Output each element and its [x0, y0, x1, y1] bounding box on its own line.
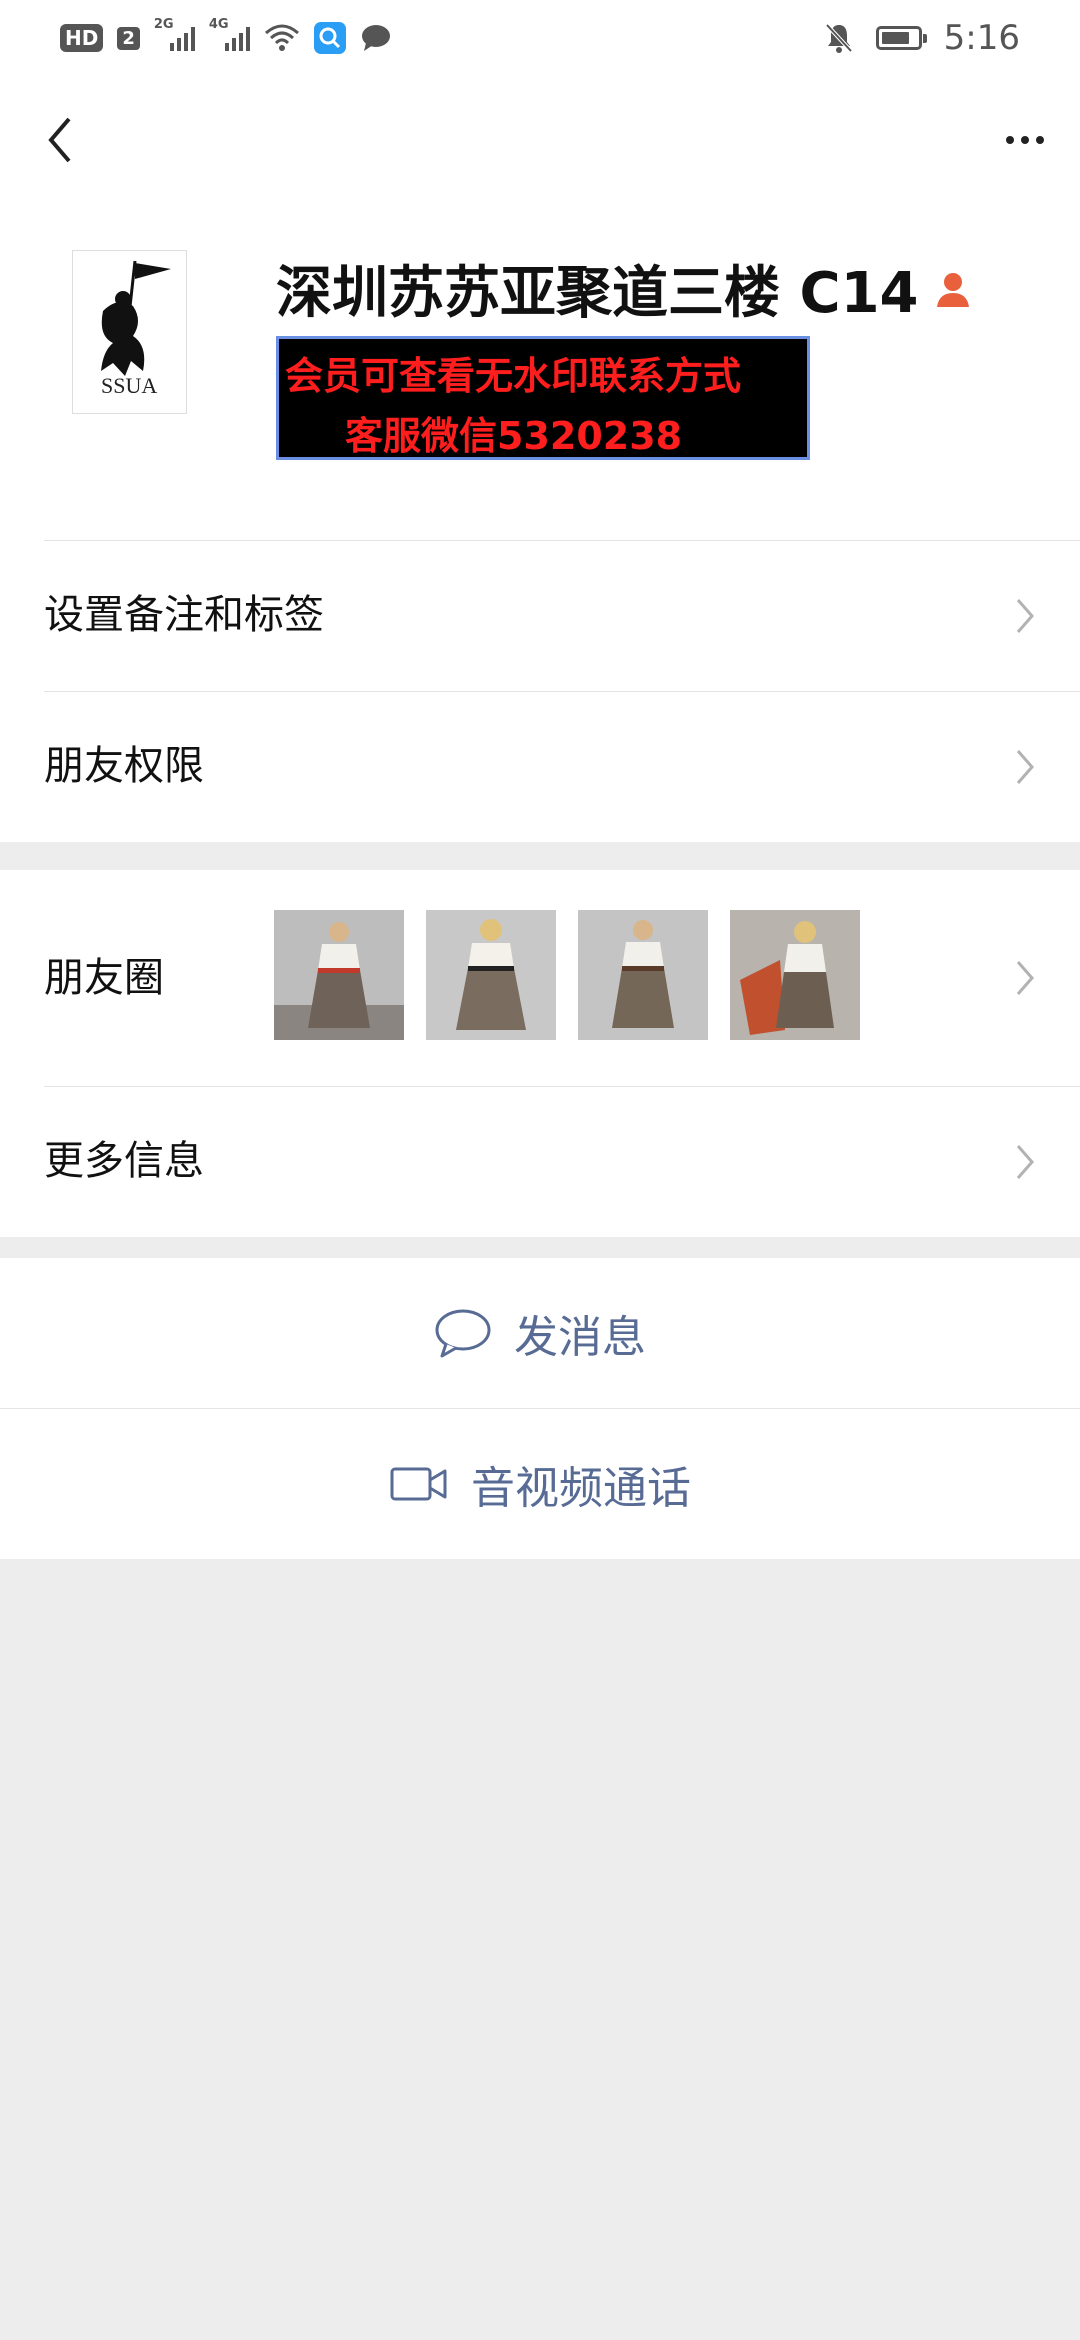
signal-icon-2: 4G	[209, 17, 250, 51]
moments-row[interactable]: 朋友圈	[0, 870, 1080, 1086]
chevron-right-icon	[1016, 750, 1034, 784]
profile-header: SSUA 深圳苏苏亚聚道三楼 C14 会员可查看无水印联系方式 客服微信5320…	[0, 200, 1080, 540]
moment-thumbnail[interactable]	[730, 910, 860, 1040]
video-call-label: 音视频通话	[471, 1463, 691, 1514]
moments-section: 朋友圈 更多信息	[0, 870, 1080, 1237]
friend-permission-label: 朋友权限	[44, 743, 204, 789]
person-badge-icon	[936, 272, 969, 307]
send-message-button[interactable]: 发消息	[0, 1258, 1080, 1408]
chevron-right-icon	[1016, 1145, 1034, 1179]
video-call-button[interactable]: 音视频通话	[0, 1409, 1080, 1559]
hd-icon: HD	[60, 24, 104, 52]
signal-icon: 2G	[154, 17, 195, 51]
moments-label: 朋友圈	[44, 955, 164, 1001]
network-type-label: 2G	[153, 17, 174, 32]
mute-bell-icon	[825, 23, 853, 53]
wifi-icon	[264, 24, 299, 51]
status-time: 5:16	[943, 18, 1020, 58]
more-info-label: 更多信息	[44, 1138, 204, 1184]
promo-banner: 会员可查看无水印联系方式 客服微信5320238	[276, 336, 810, 460]
status-bar-left: HD 2 2G 4G	[60, 17, 392, 58]
avatar[interactable]: SSUA	[72, 250, 187, 414]
promo-line-1: 会员可查看无水印联系方式	[285, 354, 742, 398]
chevron-right-icon	[1016, 599, 1034, 633]
battery-icon	[875, 26, 927, 50]
back-button[interactable]	[30, 110, 90, 170]
moments-thumbnails	[274, 910, 860, 1040]
battery-fill	[881, 32, 909, 44]
network-type-label-2: 4G	[208, 17, 229, 32]
remark-tags-label: 设置备注和标签	[44, 592, 324, 638]
status-bar-right: 5:16	[824, 18, 1020, 58]
send-message-label: 发消息	[514, 1312, 646, 1363]
promo-line-2: 客服微信5320238	[345, 414, 683, 458]
friend-permission-row[interactable]: 朋友权限	[0, 691, 1080, 842]
knight-logo-icon: SSUA	[101, 260, 171, 398]
moment-thumbnail[interactable]	[426, 910, 556, 1040]
moment-thumbnail[interactable]	[274, 910, 404, 1040]
status-bar: HD 2 2G 4G 5:16	[0, 0, 1080, 80]
more-info-row[interactable]: 更多信息	[0, 1086, 1080, 1237]
profile-name-text: 深圳苏苏亚聚道三楼 C14	[276, 261, 919, 326]
profile-name: 深圳苏苏亚聚道三楼 C14	[276, 248, 973, 329]
search-app-icon	[313, 22, 346, 54]
more-button[interactable]	[990, 110, 1060, 170]
chat-bubble-icon	[435, 1309, 491, 1358]
ellipsis-icon	[1006, 136, 1014, 144]
moment-thumbnail[interactable]	[578, 910, 708, 1040]
svg-text:SSUA: SSUA	[101, 373, 157, 398]
settings-section: 设置备注和标签 朋友权限	[0, 540, 1080, 842]
video-camera-icon	[390, 1467, 447, 1501]
chevron-left-icon	[48, 117, 71, 163]
nav-bar	[0, 80, 1080, 200]
sim-slot-badge: 2	[117, 26, 140, 50]
message-icon	[361, 25, 390, 51]
remark-tags-row[interactable]: 设置备注和标签	[0, 540, 1080, 691]
chevron-right-icon	[1016, 961, 1034, 995]
